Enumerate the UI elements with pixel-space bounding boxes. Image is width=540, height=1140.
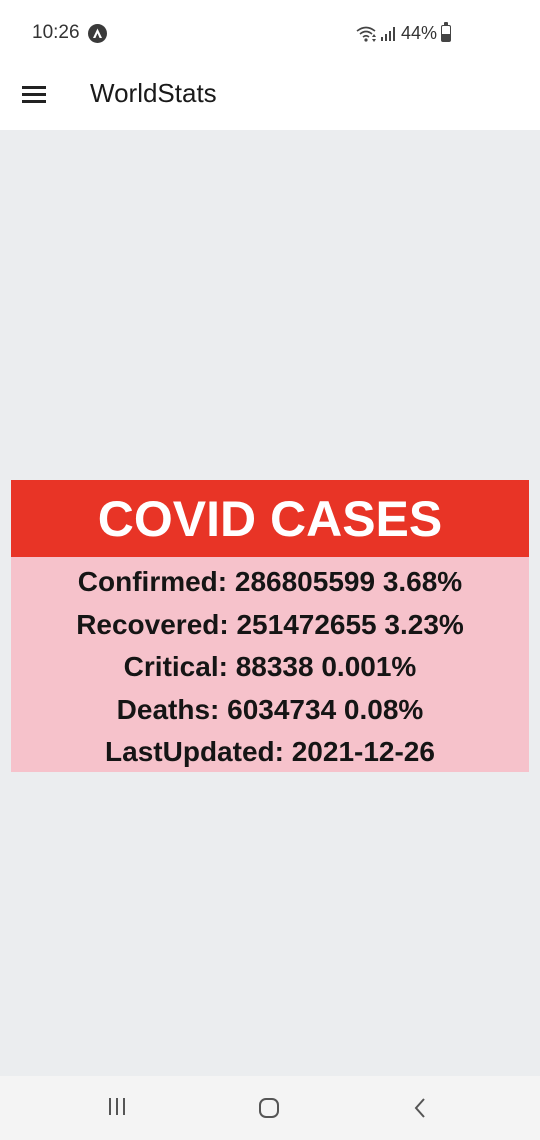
wifi-icon: [356, 25, 378, 48]
card-body: Confirmed: 286805599 3.68% Recovered: 25…: [11, 557, 529, 772]
app-title: WorldStats: [90, 78, 217, 108]
status-bar: 10:26 44%: [0, 0, 540, 66]
app-notification-icon: [88, 24, 107, 43]
confirmed-stat: Confirmed: 286805599 3.68%: [77, 566, 463, 597]
navigation-bar: [0, 1076, 540, 1140]
recent-apps-icon[interactable]: [108, 1096, 128, 1123]
deaths-stat: Deaths: 6034734 0.08%: [116, 693, 424, 725]
critical-stat: Critical: 88338 0.001%: [123, 651, 417, 683]
signal-icon: [380, 26, 398, 47]
main-content: COVID CASES Confirmed: 286805599 3.68% R…: [0, 130, 540, 1076]
recovered-stat: Recovered: 251472655 3.23%: [76, 608, 464, 640]
menu-icon[interactable]: [22, 84, 48, 106]
covid-cases-card: COVID CASES Confirmed: 286805599 3.68% R…: [11, 480, 529, 772]
card-header: COVID CASES: [11, 480, 529, 557]
home-icon[interactable]: [257, 1096, 281, 1125]
card-title: COVID CASES: [97, 490, 443, 547]
last-updated-stat: LastUpdated: 2021-12-26: [105, 736, 435, 768]
battery-icon: [441, 22, 451, 42]
status-time: 10:26: [32, 22, 80, 43]
battery-percentage: 44%: [401, 23, 438, 43]
app-bar: WorldStats: [0, 66, 540, 130]
back-icon[interactable]: [410, 1096, 430, 1125]
